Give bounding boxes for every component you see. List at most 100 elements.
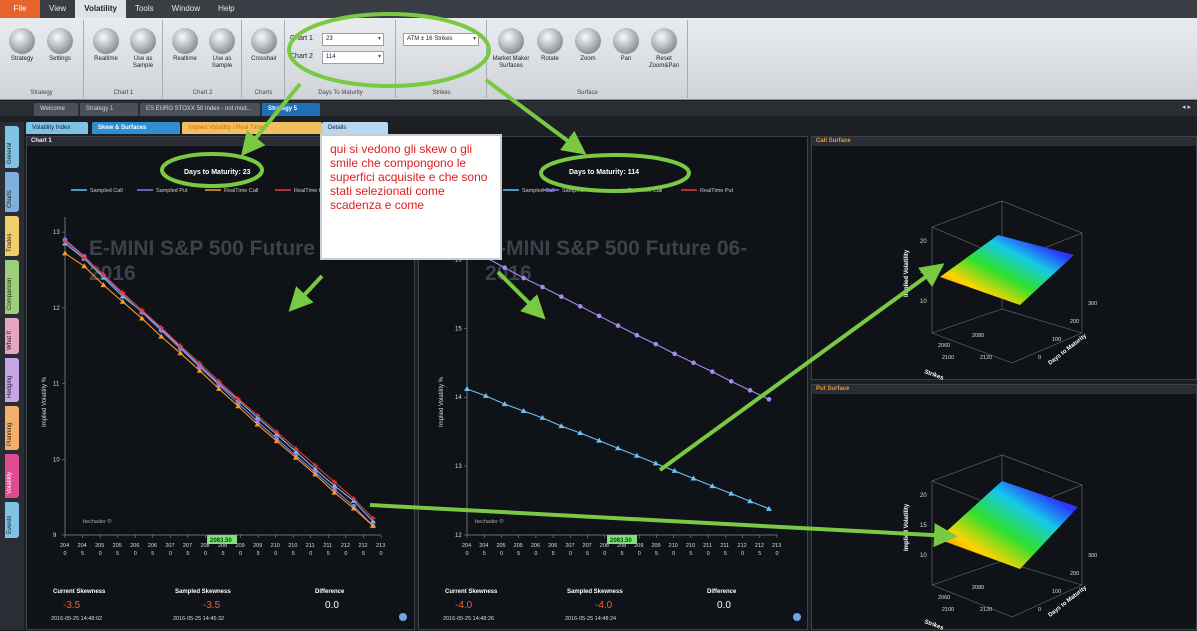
chart1-info-icon[interactable]: [399, 613, 407, 621]
chart2-sampled-skew-label: Sampled Skewness: [567, 589, 623, 595]
reset-zoom-button[interactable]: Reset Zoom&Pan: [646, 22, 682, 80]
chart2-current-skew-value: -4.0: [455, 600, 473, 611]
chart1-xtick-sub: 0: [344, 551, 347, 557]
tab-welcome[interactable]: Welcome: [34, 103, 78, 116]
call-surface-svg[interactable]: Implied Volatility 20 15 10 2060 2080 21…: [812, 137, 1197, 381]
reset-icon: [651, 28, 677, 54]
chart2-xtick-sub: 0: [776, 551, 779, 557]
chart2-ytick: 15: [455, 326, 462, 332]
zoom-button[interactable]: Zoom: [570, 22, 606, 80]
tab-strategy-1[interactable]: Strategy 1: [80, 103, 138, 116]
group-label-strikes: Strikes: [432, 90, 451, 96]
market-maker-button[interactable]: Market Maker Surfaces: [492, 22, 530, 80]
chart1-xtick: 206: [130, 543, 139, 549]
chevron-down-icon: ▾: [377, 36, 381, 42]
menu-volatility[interactable]: Volatility: [75, 0, 126, 18]
menu-window[interactable]: Window: [163, 0, 209, 18]
chart1-brand: bechader ®: [83, 518, 112, 525]
rotate-icon: [537, 28, 563, 54]
side-tab-charts-label: Charts: [7, 190, 13, 208]
call-surface-strikes-label: Strikes: [923, 369, 944, 381]
chart2-xtick-sub: 0: [500, 551, 503, 557]
scroll-arrows-icon[interactable]: ◂ ▸: [1182, 103, 1191, 111]
chart1-ytick: 12: [53, 306, 60, 312]
side-tab-volatility[interactable]: Volatility: [5, 454, 19, 498]
tab-strategy-5[interactable]: Strategy 5: [262, 103, 320, 116]
side-tab-trades[interactable]: Trades: [5, 216, 19, 256]
side-tab-general[interactable]: General: [5, 126, 19, 168]
chart2-xtick: 211: [703, 543, 712, 549]
side-tab-planning[interactable]: Planning: [5, 406, 19, 450]
zoom-label: Zoom: [580, 56, 596, 62]
tab-eurostoxx[interactable]: ES EURO STOXX 50 Index - not mod...: [140, 103, 260, 116]
tab-volatility-index[interactable]: Volatility Index: [26, 122, 88, 134]
chart2-info-icon[interactable]: [793, 613, 801, 621]
chart2-diff-value: 0.0: [717, 600, 731, 611]
tab-implied-volatility[interactable]: Implied Volatility / Real Time: [182, 122, 322, 134]
put-surface-strike-tick: 2060: [938, 595, 950, 601]
group-label-chart2: Chart 2: [192, 90, 213, 96]
chart2-sample-button[interactable]: Use as Sample: [204, 22, 240, 80]
group-label-chart1: Chart 1: [113, 90, 134, 96]
call-surface-panel[interactable]: Call Surface Implied Volatility 20 15 10…: [811, 136, 1197, 381]
put-surface-strike-tick: 2080: [972, 585, 984, 591]
reset-zoom-label: Reset Zoom&Pan: [648, 56, 679, 69]
chart2-point: [615, 323, 621, 328]
chart2-realtime-button[interactable]: Realtime: [167, 22, 203, 80]
tab-details[interactable]: Details: [322, 122, 388, 134]
strategy-button[interactable]: Strategy: [4, 22, 40, 80]
chart2-xtick-sub: 5: [621, 551, 624, 557]
side-tab-whatif[interactable]: What If: [5, 318, 19, 354]
chart2-xtick-sub: 0: [603, 551, 606, 557]
call-surface-strike-tick: 2100: [942, 355, 954, 361]
chart2-xtick-sub: 5: [724, 551, 727, 557]
chart1-current-time: 2016-05-25 14:48:02: [51, 616, 102, 622]
menu-tools[interactable]: Tools: [126, 0, 163, 18]
call-surface-strike-tick: 2120: [980, 355, 992, 361]
chart2-xtick: 207: [565, 543, 574, 549]
chart1-xtick-sub: 5: [327, 551, 330, 557]
chart2-point: [540, 284, 545, 290]
chart1-ytick: 9: [53, 533, 57, 539]
settings-button[interactable]: Settings: [42, 22, 78, 80]
side-tab-comparison-label: Comparison: [7, 277, 13, 310]
put-surface-days-tick: 100: [1052, 589, 1061, 595]
legend-realtime-call: RealTime Call: [224, 188, 258, 194]
chart1-sample-button[interactable]: Use as Sample: [125, 22, 161, 80]
rotate-button[interactable]: Rotate: [532, 22, 568, 80]
chart2-xtick: 212: [738, 543, 747, 549]
side-tab-comparison[interactable]: Comparison: [5, 260, 19, 314]
chart2-xtick: 204: [462, 543, 471, 549]
tab-skew-surfaces[interactable]: Skew & Surfaces: [92, 122, 180, 134]
menu-file[interactable]: File: [0, 0, 40, 18]
side-tab-charts[interactable]: Charts: [5, 172, 19, 212]
settings-button-label: Settings: [49, 56, 71, 62]
put-surface-svg[interactable]: Implied Volatility 20 15 10 2060 2080 21…: [812, 385, 1197, 631]
chart1-days-label: Chart 1: [290, 35, 313, 42]
menu-help[interactable]: Help: [209, 0, 243, 18]
chart1-realtime-button[interactable]: Realtime: [88, 22, 124, 80]
sample-icon: [130, 28, 156, 54]
put-surface-strike-tick: 2120: [980, 607, 992, 613]
strategy-button-label: Strategy: [10, 56, 34, 62]
side-tab-hedging-label: Hedging: [7, 375, 13, 398]
chart1-xtick-sub: 0: [99, 551, 102, 557]
chart2-ytick: 14: [455, 395, 462, 401]
chart1-point: [81, 263, 88, 269]
put-surface-panel[interactable]: Put Surface Implied Volatility 20 15 10 …: [811, 384, 1197, 631]
menu-view[interactable]: View: [40, 0, 75, 18]
chart1-days-select[interactable]: 23 ▾: [322, 33, 384, 46]
strikes-select[interactable]: ATM ± 16 Strikes ▾: [403, 33, 479, 46]
chart1-xtick-sub: 0: [169, 551, 172, 557]
pan-button[interactable]: Pan: [608, 22, 644, 80]
crosshair-button[interactable]: Crosshair: [246, 22, 282, 80]
call-surface-days-tick: 0: [1038, 355, 1041, 361]
chart1-xtick-sub: 5: [362, 551, 365, 557]
chart2-point: [577, 303, 583, 309]
chart2-days-select[interactable]: 114 ▾: [322, 51, 384, 64]
side-tab-hedging[interactable]: Hedging: [5, 358, 19, 402]
put-surface-days-tick: 0: [1038, 607, 1041, 613]
chart1-price-label: 2083.50: [210, 538, 232, 544]
side-tab-volatility-label: Volatility: [7, 471, 13, 494]
side-tab-events[interactable]: Events: [5, 502, 19, 538]
